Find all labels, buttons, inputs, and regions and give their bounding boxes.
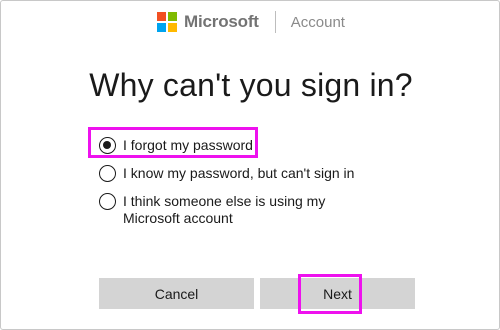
header-divider (274, 11, 276, 33)
option-someone-else[interactable]: I think someone else is using my Microso… (99, 193, 383, 227)
radio-know-password[interactable] (99, 165, 116, 182)
section-name: Account (290, 13, 345, 31)
microsoft-logo-icon (157, 12, 178, 32)
option-know-password[interactable]: I know my password, but can't sign in (99, 165, 383, 182)
header: Microsoft Account (1, 9, 500, 35)
option-label: I think someone else is using my Microso… (123, 193, 326, 226)
radio-someone-else[interactable] (99, 193, 116, 210)
option-label: I forgot my password (123, 137, 253, 153)
brand-name: Microsoft (184, 12, 259, 31)
option-forgot-password[interactable]: I forgot my password (99, 137, 383, 154)
cancel-button[interactable]: Cancel (99, 278, 254, 309)
page-title: Why can't you sign in? (89, 67, 413, 103)
dialog-frame: Microsoft Account Why can't you sign in?… (0, 0, 500, 330)
radio-forgot-password[interactable] (99, 137, 116, 154)
next-button[interactable]: Next (260, 278, 415, 309)
option-label: I know my password, but can't sign in (123, 165, 355, 181)
